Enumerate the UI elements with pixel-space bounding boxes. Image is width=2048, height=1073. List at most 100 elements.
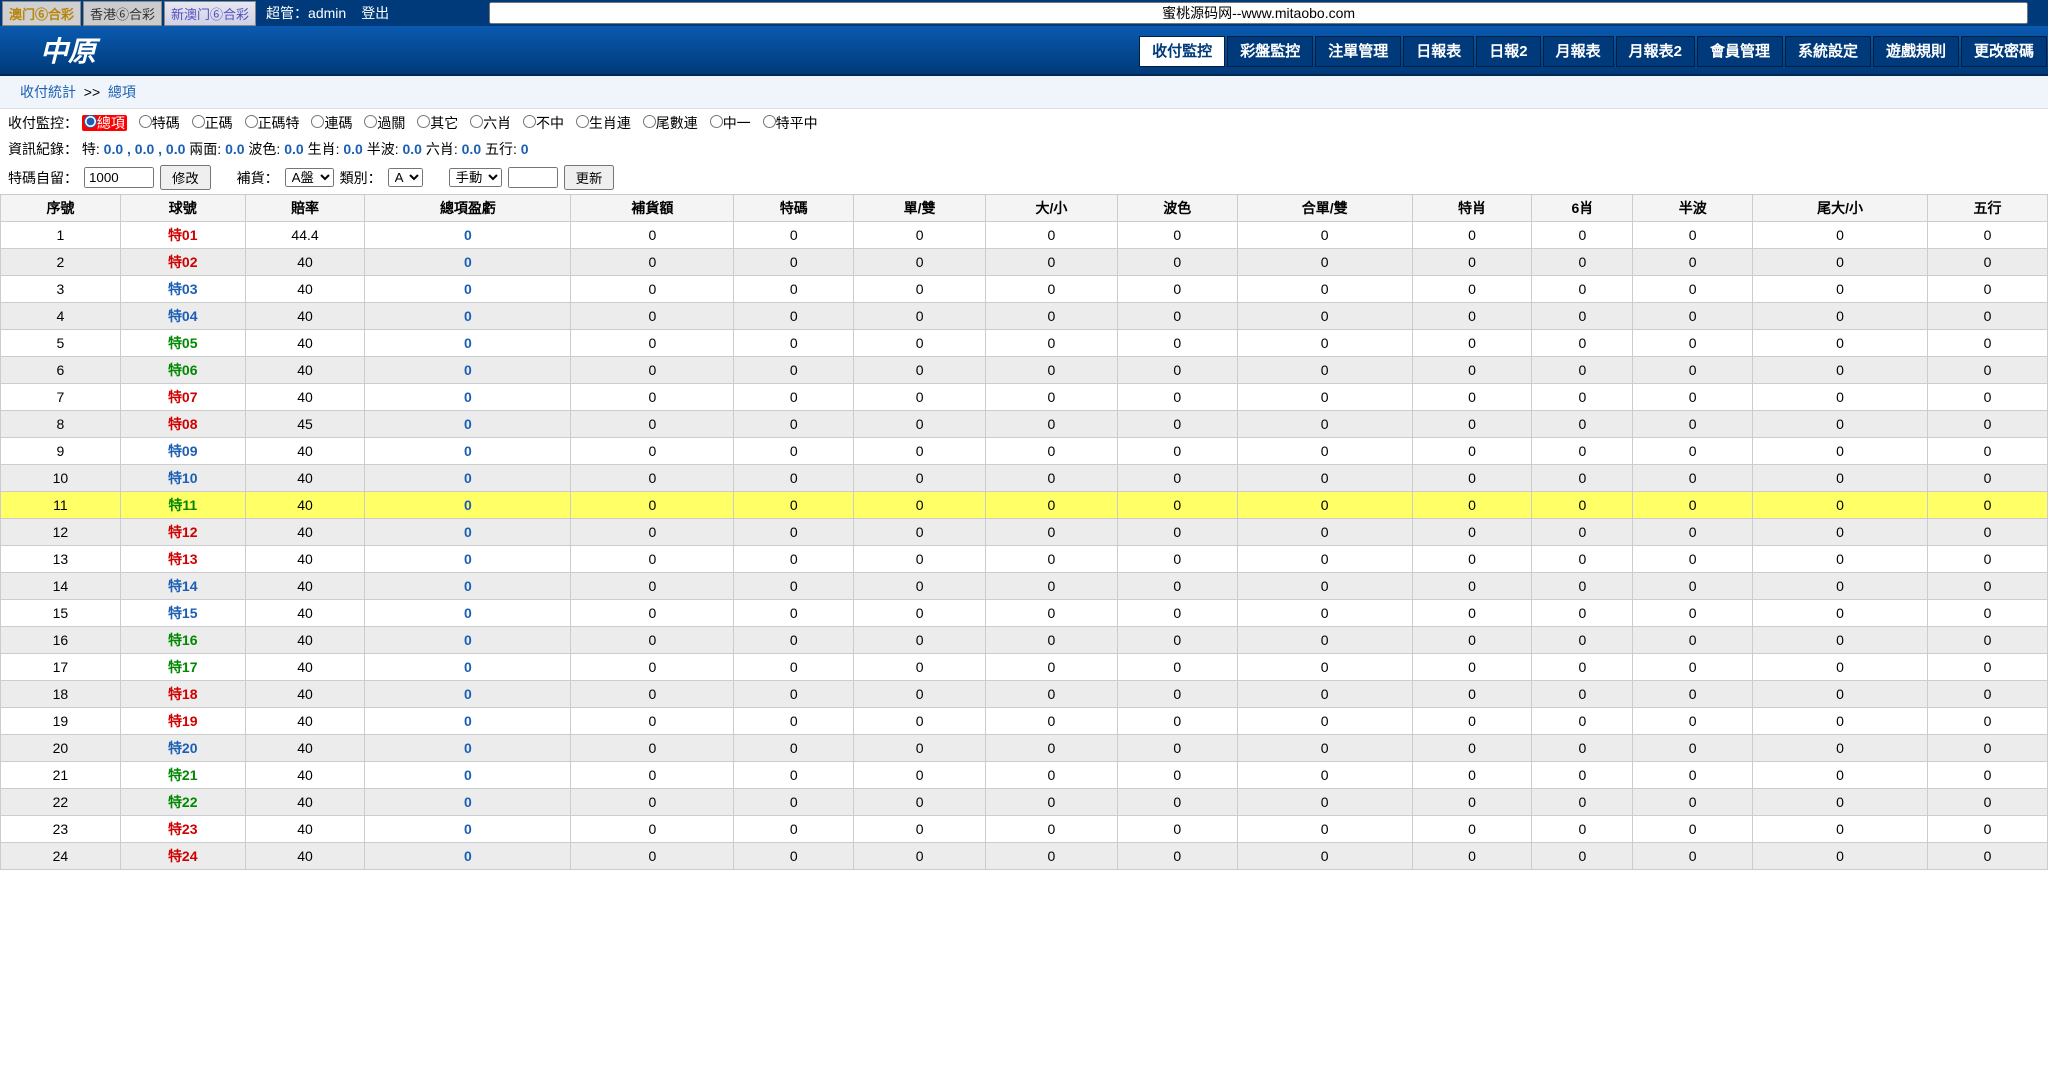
nav-tab[interactable]: 月報表2 bbox=[1616, 36, 1695, 67]
cell-value: 0 bbox=[1633, 465, 1753, 492]
lottery-btn-hk[interactable]: 香港⑥合彩 bbox=[83, 1, 162, 26]
breadcrumb-root[interactable]: 收付統計 bbox=[20, 84, 76, 100]
table-row[interactable]: 14特1440000000000000 bbox=[1, 573, 2048, 600]
cell-value: 0 bbox=[1753, 573, 1928, 600]
cell-value: 0 bbox=[986, 843, 1118, 870]
table-row[interactable]: 2特0240000000000000 bbox=[1, 249, 2048, 276]
cell-value: 0 bbox=[734, 843, 854, 870]
table-row[interactable]: 13特1340000000000000 bbox=[1, 546, 2048, 573]
filter-radio[interactable] bbox=[763, 115, 776, 128]
cell-total: 0 bbox=[365, 492, 571, 519]
filter-option[interactable]: 生肖連 bbox=[576, 115, 631, 131]
breadcrumb-leaf[interactable]: 總項 bbox=[108, 84, 136, 100]
table-row[interactable]: 16特1640000000000000 bbox=[1, 627, 2048, 654]
table-row[interactable]: 11特1140000000000000 bbox=[1, 492, 2048, 519]
table-row[interactable]: 23特2340000000000000 bbox=[1, 816, 2048, 843]
logout-link[interactable]: 登出 bbox=[361, 3, 389, 23]
cell-total: 0 bbox=[365, 789, 571, 816]
filter-option[interactable]: 總項 bbox=[82, 115, 127, 131]
filter-option[interactable]: 正碼 bbox=[192, 115, 233, 131]
table-row[interactable]: 22特2240000000000000 bbox=[1, 789, 2048, 816]
nav-tab[interactable]: 月報表 bbox=[1543, 36, 1614, 67]
cell-value: 0 bbox=[571, 708, 734, 735]
cell-rate: 40 bbox=[245, 789, 365, 816]
nav-tab[interactable]: 彩盤監控 bbox=[1227, 36, 1313, 67]
filter-radio[interactable] bbox=[84, 115, 97, 128]
update-button[interactable] bbox=[564, 165, 615, 190]
nav-tab[interactable]: 系統設定 bbox=[1785, 36, 1871, 67]
nav-tab[interactable]: 日報表 bbox=[1403, 36, 1474, 67]
mode-input[interactable] bbox=[508, 167, 558, 188]
table-row[interactable]: 18特1840000000000000 bbox=[1, 681, 2048, 708]
cell-value: 0 bbox=[1412, 789, 1532, 816]
retain-input[interactable] bbox=[84, 167, 154, 188]
table-row[interactable]: 7特0740000000000000 bbox=[1, 384, 2048, 411]
filter-option[interactable]: 中一 bbox=[710, 115, 751, 131]
table-row[interactable]: 24特2440000000000000 bbox=[1, 843, 2048, 870]
replenish-label: 補貨： bbox=[237, 168, 279, 188]
filter-option[interactable]: 特碼 bbox=[139, 115, 180, 131]
table-row[interactable]: 6特0640000000000000 bbox=[1, 357, 2048, 384]
type-select[interactable]: A bbox=[388, 168, 423, 187]
nav-tab[interactable]: 更改密碼 bbox=[1961, 36, 2047, 67]
filter-option[interactable]: 連碼 bbox=[311, 115, 352, 131]
cell-value: 0 bbox=[1412, 384, 1532, 411]
filter-option[interactable]: 尾數連 bbox=[643, 115, 698, 131]
nav-tab[interactable]: 會員管理 bbox=[1697, 36, 1783, 67]
filter-radio[interactable] bbox=[192, 115, 205, 128]
top-search-input[interactable] bbox=[489, 2, 2028, 24]
table-row[interactable]: 17特1740000000000000 bbox=[1, 654, 2048, 681]
table-row[interactable]: 8特0845000000000000 bbox=[1, 411, 2048, 438]
table-row[interactable]: 21特2140000000000000 bbox=[1, 762, 2048, 789]
table-row[interactable]: 3特0340000000000000 bbox=[1, 276, 2048, 303]
filter-radio[interactable] bbox=[245, 115, 258, 128]
table-row[interactable]: 15特1540000000000000 bbox=[1, 600, 2048, 627]
mode-select[interactable]: 手動 bbox=[449, 168, 502, 187]
filter-option[interactable]: 特平中 bbox=[763, 115, 818, 131]
filter-radio[interactable] bbox=[417, 115, 430, 128]
nav-tab[interactable]: 日報2 bbox=[1476, 36, 1540, 67]
table-row[interactable]: 4特0440000000000000 bbox=[1, 303, 2048, 330]
cell-value: 0 bbox=[1412, 654, 1532, 681]
nav-tab[interactable]: 注單管理 bbox=[1315, 36, 1401, 67]
table-row[interactable]: 10特1040000000000000 bbox=[1, 465, 2048, 492]
cell-total: 0 bbox=[365, 465, 571, 492]
table-row[interactable]: 20特2040000000000000 bbox=[1, 735, 2048, 762]
table-row[interactable]: 9特0940000000000000 bbox=[1, 438, 2048, 465]
cell-value: 0 bbox=[986, 492, 1118, 519]
filter-radio[interactable] bbox=[710, 115, 723, 128]
cell-value: 0 bbox=[1753, 249, 1928, 276]
lottery-btn-new-macau[interactable]: 新澳门⑥合彩 bbox=[164, 1, 256, 26]
filter-radio[interactable] bbox=[523, 115, 536, 128]
table-wrapper[interactable]: 序號球號賠率總項盈虧補貨額特碼單/雙大/小波色合單/雙特肖6肖半波尾大/小五行 … bbox=[0, 194, 2048, 870]
top-bar: 澳门⑥合彩 香港⑥合彩 新澳门⑥合彩 超管：admin 登出 bbox=[0, 0, 2048, 26]
table-row[interactable]: 19特1940000000000000 bbox=[1, 708, 2048, 735]
filter-option[interactable]: 不中 bbox=[523, 115, 564, 131]
filter-option[interactable]: 過關 bbox=[364, 115, 405, 131]
cell-value: 0 bbox=[1532, 762, 1633, 789]
pan-select[interactable]: A盤 bbox=[285, 168, 334, 187]
filter-radio[interactable] bbox=[311, 115, 324, 128]
lottery-btn-macau[interactable]: 澳门⑥合彩 bbox=[2, 1, 81, 26]
filter-radio[interactable] bbox=[643, 115, 656, 128]
cell-total: 0 bbox=[365, 816, 571, 843]
cell-value: 0 bbox=[854, 303, 986, 330]
filter-radio[interactable] bbox=[364, 115, 377, 128]
filter-option[interactable]: 六肖 bbox=[470, 115, 511, 131]
table-row[interactable]: 5特0540000000000000 bbox=[1, 330, 2048, 357]
table-row[interactable]: 12特1240000000000000 bbox=[1, 519, 2048, 546]
nav-tab[interactable]: 遊戲規則 bbox=[1873, 36, 1959, 67]
modify-button[interactable] bbox=[160, 165, 211, 190]
cell-value: 0 bbox=[571, 384, 734, 411]
nav-tab[interactable]: 收付監控 bbox=[1139, 36, 1225, 67]
filter-radio[interactable] bbox=[470, 115, 483, 128]
cell-value: 0 bbox=[1633, 519, 1753, 546]
filter-option[interactable]: 正碼特 bbox=[245, 115, 300, 131]
filter-option[interactable]: 其它 bbox=[417, 115, 458, 131]
cell-seq: 6 bbox=[1, 357, 121, 384]
filter-radio[interactable] bbox=[576, 115, 589, 128]
cell-ball: 特15 bbox=[120, 600, 245, 627]
filter-radio[interactable] bbox=[139, 115, 152, 128]
cell-value: 0 bbox=[1532, 816, 1633, 843]
table-row[interactable]: 1特0144.4000000000000 bbox=[1, 222, 2048, 249]
